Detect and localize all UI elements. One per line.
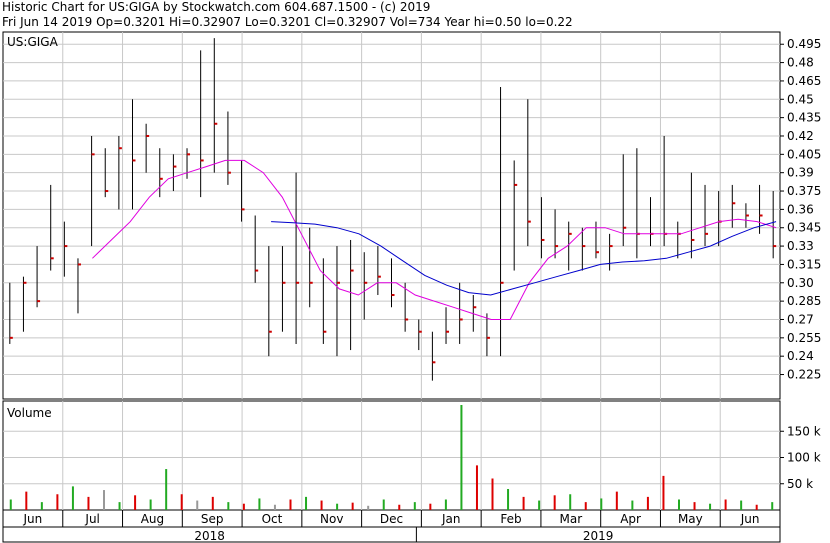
price-tick-label: 0.315	[787, 257, 821, 271]
volume-tick-label: 150 k	[787, 424, 821, 438]
volume-tick-label: 50 k	[787, 477, 813, 491]
volume-tick-label: 100 k	[787, 451, 821, 465]
month-label: Feb	[500, 512, 521, 526]
price-tick-label: 0.42	[787, 129, 814, 143]
price-tick-label: 0.48	[787, 56, 814, 70]
price-tick-label: 0.33	[787, 239, 814, 253]
price-tick-label: 0.405	[787, 147, 821, 161]
price-tick-label: 0.375	[787, 184, 821, 198]
month-label: Jun	[23, 512, 43, 526]
price-tick-label: 0.465	[787, 74, 821, 88]
price-tick-label: 0.255	[787, 331, 821, 345]
price-tick-label: 0.225	[787, 368, 821, 382]
stock-chart-svg: 0.495 0.48 0.465 0.45 0.435 0.42 0.405 0.39 0.37…	[2, 31, 821, 543]
month-label: Nov	[320, 512, 343, 526]
month-label: Oct	[262, 512, 283, 526]
volume-panel-label: Volume	[7, 406, 52, 420]
month-label: Aug	[141, 512, 164, 526]
month-label: Jan	[441, 512, 461, 526]
price-tick-label: 0.36	[787, 202, 814, 216]
chart-stage: Historic Chart for US:GIGA by Stockwatch…	[0, 0, 830, 543]
price-panel-label: US:GIGA	[7, 35, 59, 49]
month-label: Jun	[740, 512, 760, 526]
price-tick-label: 0.30	[787, 276, 814, 290]
price-tick-label: 0.435	[787, 111, 821, 125]
month-label: Mar	[559, 512, 582, 526]
month-label: Sep	[201, 512, 224, 526]
price-tick-label: 0.285	[787, 294, 821, 308]
year-label: 2019	[583, 529, 614, 543]
price-panel	[2, 31, 781, 400]
price-tick-label: 0.39	[787, 166, 814, 180]
year-axis-band	[2, 526, 781, 543]
price-tick-label: 0.345	[787, 221, 821, 235]
price-tick-label: 0.27	[787, 312, 814, 326]
price-tick-label: 0.45	[787, 92, 814, 106]
month-label: Jul	[84, 512, 99, 526]
month-label: Dec	[380, 512, 403, 526]
year-label: 2018	[194, 529, 225, 543]
price-tick-label: 0.495	[787, 37, 821, 51]
month-label: Apr	[620, 512, 641, 526]
month-label: May	[678, 512, 703, 526]
price-tick-label: 0.24	[787, 349, 814, 363]
